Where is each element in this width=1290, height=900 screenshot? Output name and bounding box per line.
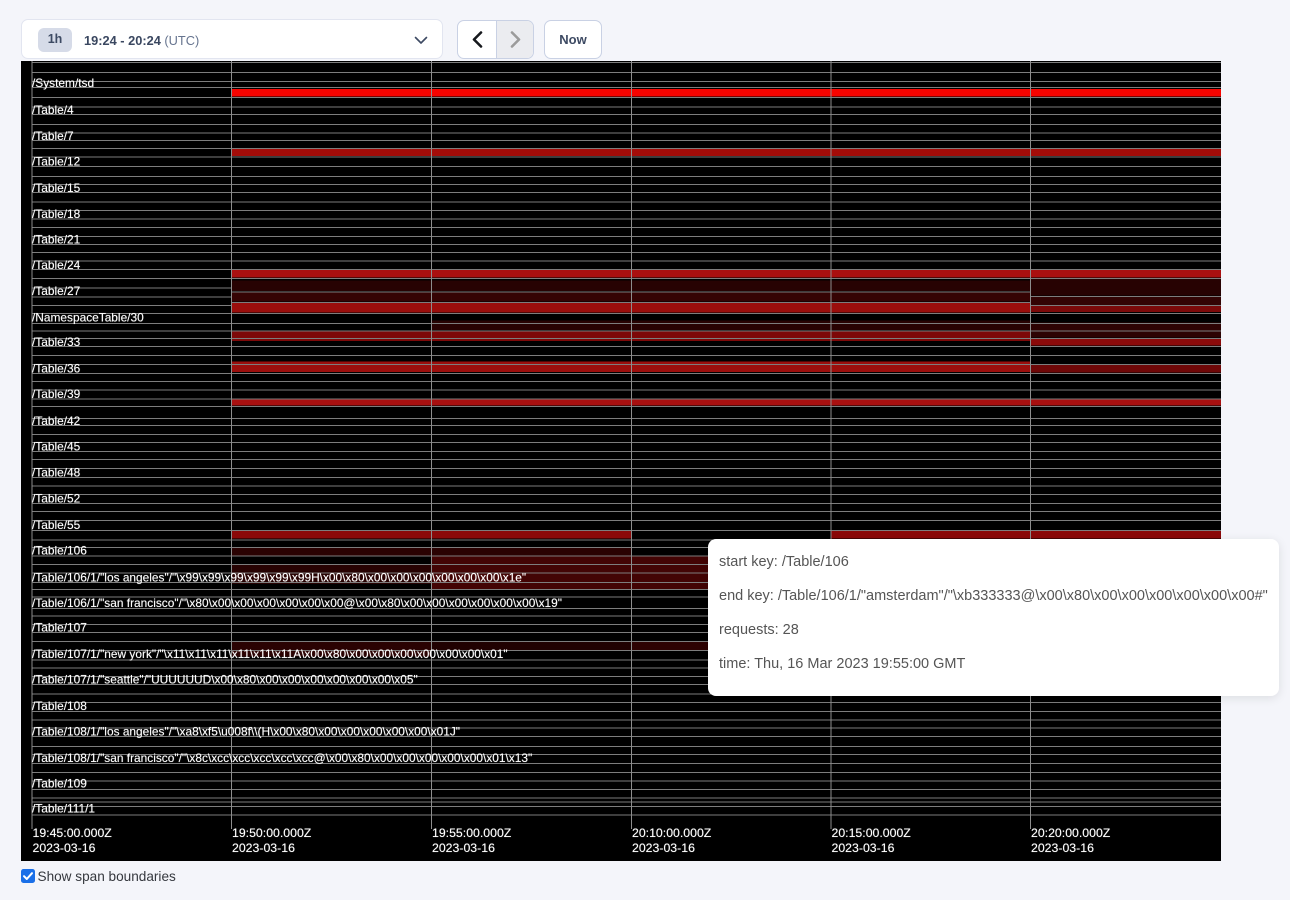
- svg-text:2023-03-16: 2023-03-16: [232, 841, 295, 855]
- svg-text:/Table/7: /Table/7: [32, 128, 74, 142]
- svg-text:/Table/39: /Table/39: [32, 387, 81, 401]
- svg-text:19:45:00.000Z: 19:45:00.000Z: [33, 826, 113, 840]
- svg-text:/Table/21: /Table/21: [32, 232, 81, 246]
- svg-text:/Table/106/1/"san francisco"/": /Table/106/1/"san francisco"/"\x80\x00\x…: [32, 596, 562, 610]
- svg-text:/Table/107: /Table/107: [32, 620, 87, 634]
- svg-text:2023-03-16: 2023-03-16: [632, 841, 695, 855]
- svg-text:/Table/36: /Table/36: [32, 361, 81, 375]
- svg-text:/Table/27: /Table/27: [32, 284, 81, 298]
- svg-text:/Table/106: /Table/106: [32, 543, 87, 557]
- svg-text:2023-03-16: 2023-03-16: [1031, 841, 1094, 855]
- svg-text:/Table/108: /Table/108: [32, 699, 87, 713]
- svg-text:2023-03-16: 2023-03-16: [432, 841, 495, 855]
- svg-text:/Table/106/1/"los angeles"/"\x: /Table/106/1/"los angeles"/"\x99\x99\x99…: [32, 570, 526, 584]
- svg-text:/Table/24: /Table/24: [32, 257, 81, 271]
- svg-text:/Table/48: /Table/48: [32, 465, 81, 479]
- svg-text:/Table/108/1/"san francisco"/": /Table/108/1/"san francisco"/"\x8c\xcc\x…: [32, 750, 532, 764]
- svg-text:20:10:00.000Z: 20:10:00.000Z: [632, 826, 712, 840]
- svg-text:/Table/52: /Table/52: [32, 491, 81, 505]
- svg-text:/Table/33: /Table/33: [32, 334, 81, 348]
- svg-text:19:55:00.000Z: 19:55:00.000Z: [432, 826, 512, 840]
- svg-text:/NamespaceTable/30: /NamespaceTable/30: [32, 310, 144, 324]
- svg-text:/Table/12: /Table/12: [32, 154, 81, 168]
- svg-text:20:20:00.000Z: 20:20:00.000Z: [1031, 826, 1111, 840]
- svg-text:20:15:00.000Z: 20:15:00.000Z: [832, 826, 912, 840]
- svg-text:/Table/15: /Table/15: [32, 180, 81, 194]
- svg-text:19:50:00.000Z: 19:50:00.000Z: [232, 826, 312, 840]
- svg-text:/System/tsd: /System/tsd: [32, 75, 94, 89]
- svg-text:2023-03-16: 2023-03-16: [33, 841, 96, 855]
- svg-text:/Table/55: /Table/55: [32, 517, 81, 531]
- svg-text:/Table/45: /Table/45: [32, 439, 81, 453]
- svg-text:/Table/18: /Table/18: [32, 207, 81, 221]
- svg-text:/Table/4: /Table/4: [32, 102, 74, 116]
- svg-text:/Table/42: /Table/42: [32, 413, 81, 427]
- svg-text:/Table/108/1/"los angeles"/"\x: /Table/108/1/"los angeles"/"\xa8\xf5\u00…: [32, 724, 460, 738]
- svg-text:/Table/107/1/"seattle"/"UUUUUU: /Table/107/1/"seattle"/"UUUUUUD\x00\x80\…: [32, 672, 418, 686]
- svg-text:/Table/107/1/"new york"/"\x11\: /Table/107/1/"new york"/"\x11\x11\x11\x1…: [32, 647, 508, 661]
- svg-text:2023-03-16: 2023-03-16: [832, 841, 895, 855]
- svg-text:/Table/111/1: /Table/111/1: [32, 801, 95, 815]
- svg-text:/Table/109: /Table/109: [32, 776, 87, 790]
